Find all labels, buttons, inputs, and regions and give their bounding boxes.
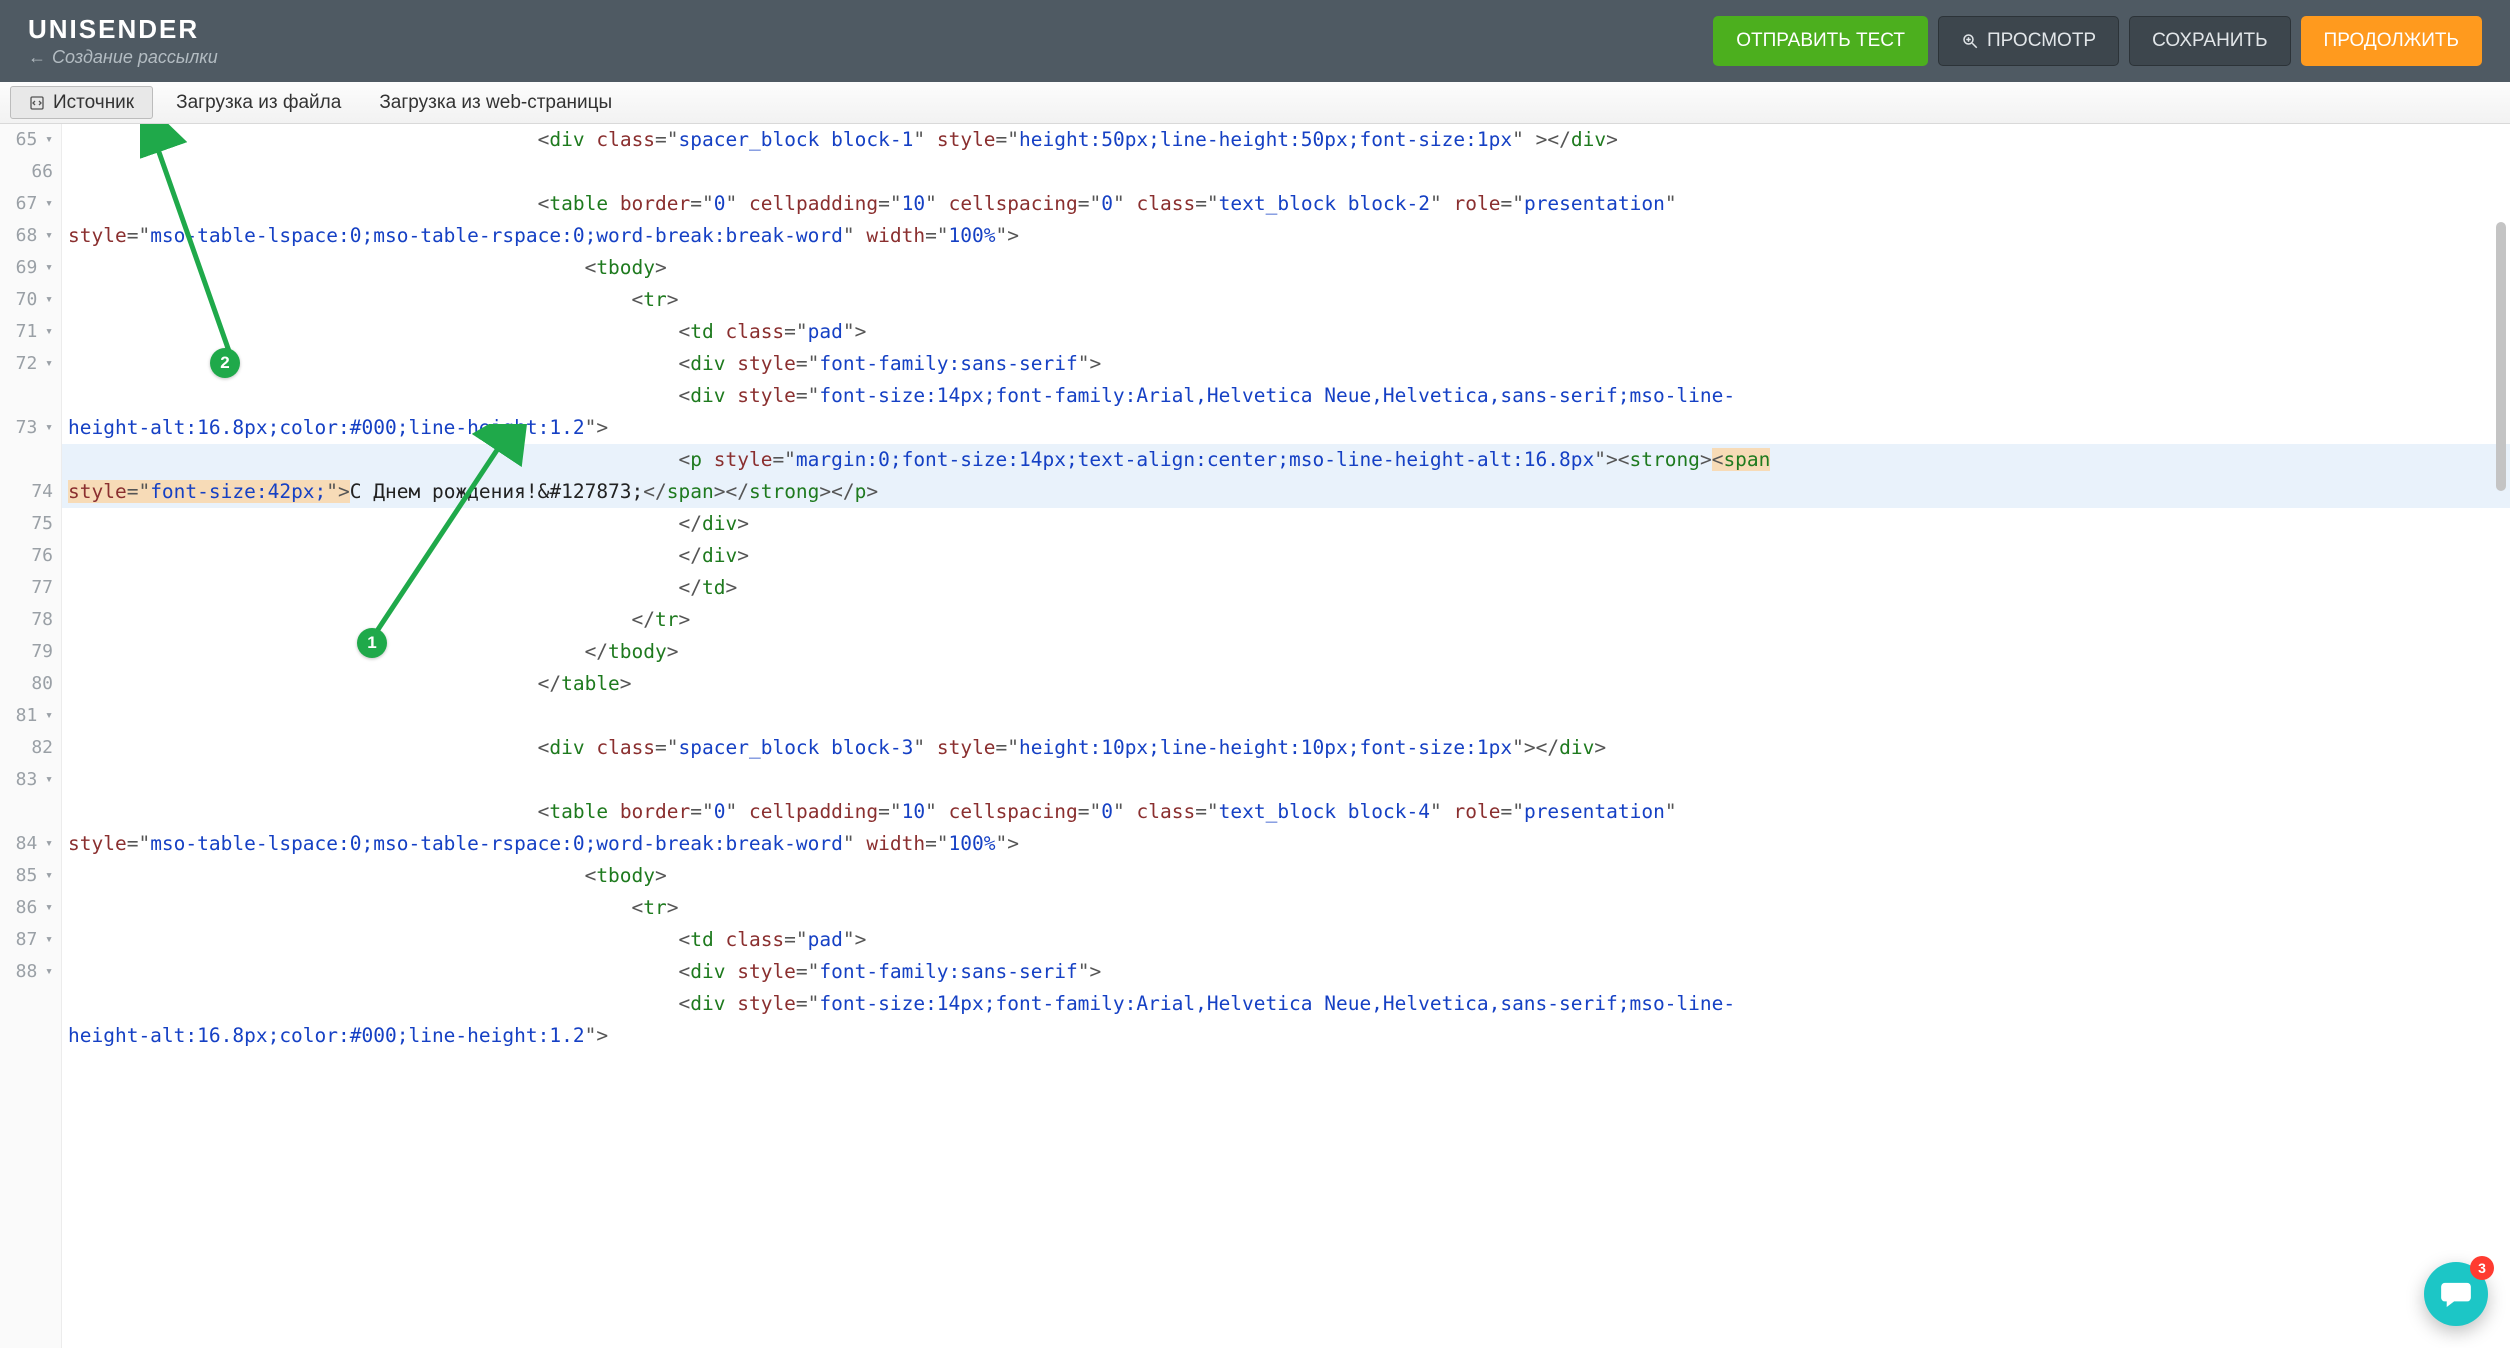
code-line[interactable]: style="mso-table-lspace:0;mso-table-rspa… [62, 828, 2510, 860]
code-line[interactable]: <tr> [62, 284, 2510, 316]
app-logo: UNISENDER [28, 14, 218, 45]
code-line[interactable]: <tr> [62, 892, 2510, 924]
gutter-line: 79 [0, 636, 53, 668]
gutter-line: 81 [0, 700, 53, 732]
code-line[interactable]: </tbody> [62, 636, 2510, 668]
tab-source[interactable]: Источник [10, 86, 153, 119]
vertical-scrollbar[interactable] [2494, 124, 2508, 1348]
code-line[interactable]: <tbody> [62, 860, 2510, 892]
code-line[interactable]: <div style="font-size:14px;font-family:A… [62, 988, 2510, 1020]
code-line[interactable]: <table border="0" cellpadding="10" cells… [62, 188, 2510, 220]
gutter-line: 77 [0, 572, 53, 604]
gutter-line: 65 [0, 124, 53, 156]
gutter-line: 68 [0, 220, 53, 252]
gutter-line [0, 988, 53, 1020]
chat-icon [2441, 1281, 2471, 1307]
gutter-line: 83 [0, 764, 53, 796]
code-line[interactable]: <table border="0" cellpadding="10" cells… [62, 796, 2510, 828]
tab-web[interactable]: Загрузка из web-страницы [360, 82, 631, 123]
code-line[interactable]: </div> [62, 508, 2510, 540]
gutter-line: 76 [0, 540, 53, 572]
code-line[interactable]: style="font-size:42px;">С Днем рождения!… [62, 476, 2510, 508]
gutter-line: 69 [0, 252, 53, 284]
breadcrumb-text: Создание рассылки [52, 47, 218, 67]
preview-button[interactable]: ПРОСМОТР [1938, 16, 2119, 66]
save-button[interactable]: СОХРАНИТЬ [2129, 16, 2290, 66]
code-line[interactable]: </div> [62, 540, 2510, 572]
gutter-line [0, 444, 53, 476]
code-line[interactable]: height-alt:16.8px;color:#000;line-height… [62, 412, 2510, 444]
gutter-line: 73 [0, 412, 53, 444]
code-line[interactable]: <div style="font-size:14px;font-family:A… [62, 380, 2510, 412]
gutter-line: 66 [0, 156, 53, 188]
code-line[interactable]: height-alt:16.8px;color:#000;line-height… [62, 1020, 2510, 1052]
gutter-line: 70 [0, 284, 53, 316]
breadcrumb[interactable]: ← Создание рассылки [28, 47, 218, 68]
gutter-line [0, 796, 53, 828]
gutter-line: 86 [0, 892, 53, 924]
code-line[interactable] [62, 764, 2510, 796]
code-line[interactable] [62, 700, 2510, 732]
gutter-line: 87 [0, 924, 53, 956]
gutter-line: 75 [0, 508, 53, 540]
code-line[interactable]: </tr> [62, 604, 2510, 636]
gutter-line [0, 380, 53, 412]
continue-label: ПРОДОЛЖИТЬ [2324, 30, 2459, 52]
continue-button[interactable]: ПРОДОЛЖИТЬ [2301, 16, 2482, 66]
line-gutter: 6566676869707172 73 74757677787980818283 84… [0, 124, 62, 1348]
gutter-line: 67 [0, 188, 53, 220]
code-line[interactable]: <div class="spacer_block block-3" style=… [62, 732, 2510, 764]
tab-web-label: Загрузка из web-страницы [379, 92, 612, 114]
gutter-line: 80 [0, 668, 53, 700]
gutter-line: 71 [0, 316, 53, 348]
code-line[interactable]: style="mso-table-lspace:0;mso-table-rspa… [62, 220, 2510, 252]
zoom-icon [1961, 32, 1979, 50]
back-arrow-icon[interactable]: ← [28, 47, 46, 67]
code-line[interactable] [62, 156, 2510, 188]
tab-file[interactable]: Загрузка из файла [157, 82, 360, 123]
code-line[interactable]: <p style="margin:0;font-size:14px;text-a… [62, 444, 2510, 476]
send-test-label: ОТПРАВИТЬ ТЕСТ [1736, 30, 1905, 52]
scrollbar-thumb[interactable] [2496, 222, 2506, 491]
code-viewport[interactable]: <div class="spacer_block block-1" style=… [62, 124, 2510, 1348]
top-header: UNISENDER ← Создание рассылки ОТПРАВИТЬ Т… [0, 0, 2510, 82]
editor-tabbar: Источник Загрузка из файла Загрузка из w… [0, 82, 2510, 124]
gutter-line: 78 [0, 604, 53, 636]
code-line[interactable]: <div class="spacer_block block-1" style=… [62, 124, 2510, 156]
send-test-button[interactable]: ОТПРАВИТЬ ТЕСТ [1713, 16, 1928, 66]
gutter-line: 84 [0, 828, 53, 860]
code-line[interactable]: <td class="pad"> [62, 316, 2510, 348]
save-label: СОХРАНИТЬ [2152, 30, 2267, 52]
code-line[interactable]: <div style="font-family:sans-serif"> [62, 348, 2510, 380]
gutter-line: 82 [0, 732, 53, 764]
code-line[interactable]: <div style="font-family:sans-serif"> [62, 956, 2510, 988]
gutter-line: 88 [0, 956, 53, 988]
preview-label: ПРОСМОТР [1987, 30, 2096, 52]
code-editor[interactable]: 6566676869707172 73 74757677787980818283 84… [0, 124, 2510, 1348]
source-icon [29, 95, 45, 111]
tab-source-label: Источник [53, 92, 134, 114]
header-left: UNISENDER ← Создание рассылки [28, 14, 218, 68]
code-line[interactable]: <td class="pad"> [62, 924, 2510, 956]
tab-file-label: Загрузка из файла [176, 92, 341, 114]
gutter-line: 72 [0, 348, 53, 380]
chat-badge: 3 [2470, 1256, 2494, 1280]
code-line[interactable]: </table> [62, 668, 2510, 700]
code-line[interactable]: </td> [62, 572, 2510, 604]
code-line[interactable]: <tbody> [62, 252, 2510, 284]
gutter-line: 85 [0, 860, 53, 892]
chat-fab[interactable]: 3 [2424, 1262, 2488, 1326]
header-actions: ОТПРАВИТЬ ТЕСТ ПРОСМОТР СОХРАНИТЬ ПРОДОЛ… [1713, 16, 2482, 66]
gutter-line: 74 [0, 476, 53, 508]
